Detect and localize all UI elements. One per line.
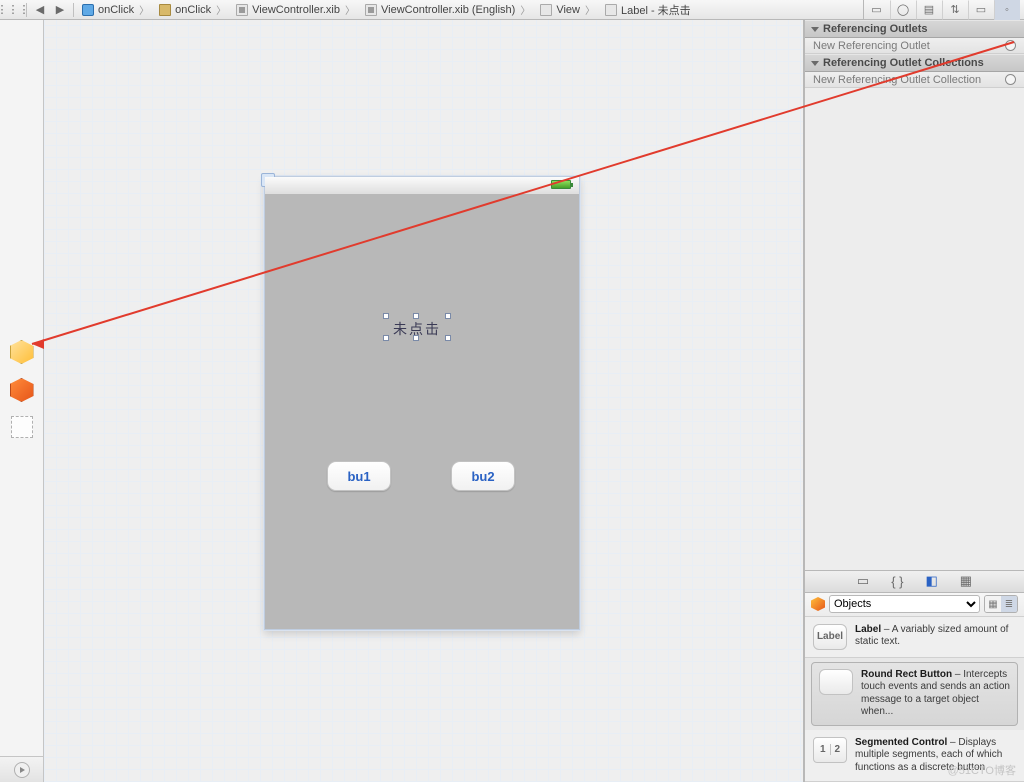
referencing-outlet-collections-section: Referencing Outlet Collections New Refer…	[805, 54, 1024, 88]
disclosure-triangle-icon	[811, 61, 819, 66]
referencing-outlets-section: Referencing Outlets New Referencing Outl…	[805, 20, 1024, 54]
connection-well-icon[interactable]	[1005, 40, 1016, 51]
breadcrumb-project[interactable]: onClick 〉	[78, 1, 153, 19]
expand-outline-button[interactable]	[14, 762, 30, 778]
selection-handle[interactable]	[383, 313, 389, 319]
watermark: @51CTO博客	[948, 762, 1016, 778]
library-filter-bar: Objects ▦ ≣	[805, 593, 1024, 617]
connection-well-icon[interactable]	[1005, 74, 1016, 85]
breadcrumb-label-item[interactable]: Label - 未点击	[601, 1, 695, 19]
library-tabs: ▭ { } ◧ ▦	[805, 571, 1024, 593]
breadcrumb-file-lang[interactable]: ViewController.xib (English) 〉	[361, 1, 534, 19]
outlet-row[interactable]: New Referencing Outlet	[805, 38, 1024, 54]
library-item-text: Round Rect Button – Intercepts touch eve…	[861, 669, 1010, 719]
view-icon	[540, 4, 552, 16]
grid-view-button[interactable]: ▦	[985, 596, 1001, 612]
selection-handle[interactable]	[445, 335, 451, 341]
label-preview-icon: Label	[813, 624, 847, 650]
related-items-icon[interactable]: ⋮⋮⋮	[4, 2, 22, 18]
chevron-right-icon: 〉	[585, 2, 595, 17]
xib-file-icon	[236, 4, 248, 16]
selection-handle[interactable]	[383, 335, 389, 341]
breadcrumb-folder[interactable]: onClick 〉	[155, 1, 230, 19]
files-owner-icon[interactable]	[10, 340, 34, 364]
code-snippets-icon[interactable]: { }	[891, 574, 903, 589]
main-area: × 未点击 bu1 bu2	[0, 20, 1024, 782]
outlet-label: New Referencing Outlet Collection	[813, 74, 981, 86]
size-inspector-icon[interactable]: ▭	[968, 0, 994, 20]
outlet-row[interactable]: New Referencing Outlet Collection	[805, 72, 1024, 88]
view-object-icon[interactable]	[11, 416, 33, 438]
inspector-tabs: ▭ ◯ ▤ ⇅ ▭ ◦	[863, 0, 1020, 20]
section-header[interactable]: Referencing Outlets	[805, 20, 1024, 38]
list-view-button[interactable]: ≣	[1001, 596, 1017, 612]
view-content[interactable]: 未点击 bu1 bu2	[265, 195, 579, 629]
connections-inspector-icon[interactable]: ◦	[994, 0, 1020, 20]
separator	[73, 3, 74, 17]
forward-button[interactable]: ▶	[51, 2, 69, 18]
object-library-icon[interactable]: ◧	[926, 573, 938, 589]
quickhelp-inspector-icon[interactable]: ◯	[890, 0, 916, 20]
chevron-right-icon: 〉	[520, 2, 530, 17]
breadcrumb-label: View	[556, 4, 580, 16]
first-responder-icon[interactable]	[10, 378, 34, 402]
breadcrumb-label: Label - 未点击	[621, 2, 691, 18]
file-inspector-icon[interactable]: ▭	[864, 0, 890, 20]
library-scope-select[interactable]: Objects	[829, 595, 980, 613]
library-item-title: Segmented Control	[855, 737, 947, 748]
label-icon	[605, 4, 617, 16]
library-panel: ▭ { } ◧ ▦ Objects ▦ ≣ Label	[805, 570, 1024, 782]
breadcrumb-view[interactable]: View 〉	[536, 1, 599, 19]
file-templates-icon[interactable]: ▭	[857, 573, 869, 589]
outline-footer	[0, 756, 43, 782]
objects-cube-icon	[811, 597, 825, 611]
segmented-preview-icon: 12	[813, 737, 847, 763]
simulated-view[interactable]: × 未点击 bu1 bu2	[264, 176, 580, 630]
back-button[interactable]: ◀	[31, 2, 49, 18]
button-label: bu2	[471, 469, 494, 484]
inspector-panel: Referencing Outlets New Referencing Outl…	[804, 20, 1024, 782]
document-outline-strip	[0, 20, 44, 782]
library-item-title: Label	[855, 624, 881, 635]
selection-handle[interactable]	[445, 313, 451, 319]
chevron-right-icon: 〉	[345, 2, 355, 17]
breadcrumb-label: onClick	[98, 4, 134, 16]
breadcrumb-file[interactable]: ViewController.xib 〉	[232, 1, 359, 19]
inspector-body	[805, 88, 1024, 570]
battery-icon	[551, 180, 571, 189]
interface-builder-canvas[interactable]: × 未点击 bu1 bu2	[44, 20, 804, 782]
status-bar	[265, 177, 579, 195]
xib-file-icon	[365, 4, 377, 16]
chevron-right-icon: 〉	[216, 2, 226, 17]
separator	[26, 3, 27, 17]
breadcrumb-label: onClick	[175, 4, 211, 16]
library-view-mode: ▦ ≣	[984, 595, 1018, 613]
outlet-label: New Referencing Outlet	[813, 40, 930, 52]
breadcrumb-label: ViewController.xib	[252, 4, 340, 16]
library-item-title: Round Rect Button	[861, 669, 952, 680]
folder-icon	[159, 4, 171, 16]
attributes-inspector-icon[interactable]: ⇅	[942, 0, 968, 20]
disclosure-triangle-icon	[811, 27, 819, 32]
chevron-right-icon: 〉	[139, 2, 149, 17]
button-label: bu1	[347, 469, 370, 484]
media-library-icon[interactable]: ▦	[960, 573, 972, 589]
button-bu2[interactable]: bu2	[451, 461, 515, 491]
breadcrumb-label: ViewController.xib (English)	[381, 4, 515, 16]
section-title: Referencing Outlets	[823, 23, 928, 35]
library-item-text: Label – A variably sized amount of stati…	[855, 624, 1016, 649]
section-title: Referencing Outlet Collections	[823, 57, 984, 69]
button-bu1[interactable]: bu1	[327, 461, 391, 491]
identity-inspector-icon[interactable]: ▤	[916, 0, 942, 20]
project-icon	[82, 4, 94, 16]
selection-handle[interactable]	[413, 313, 419, 319]
library-item-round-rect-button[interactable]: Round Rect Button – Intercepts touch eve…	[811, 662, 1018, 726]
jump-bar: ⋮⋮⋮ ◀ ▶ onClick 〉 onClick 〉 ViewControll…	[0, 0, 1024, 20]
button-preview-icon	[819, 669, 853, 695]
library-item-label[interactable]: Label Label – A variably sized amount of…	[805, 617, 1024, 658]
section-header[interactable]: Referencing Outlet Collections	[805, 54, 1024, 72]
selection-handle[interactable]	[413, 335, 419, 341]
